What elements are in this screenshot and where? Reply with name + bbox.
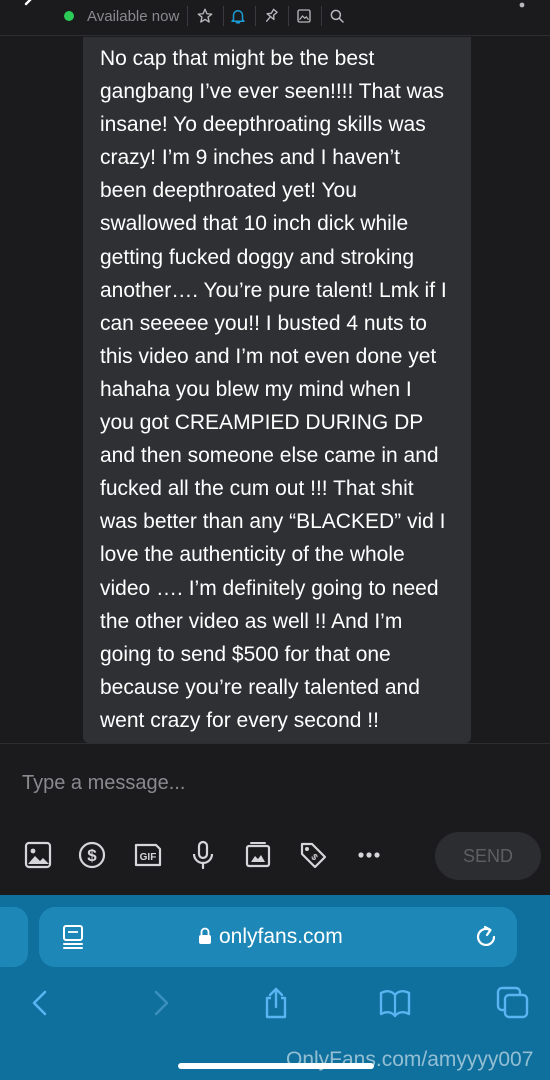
image-icon[interactable] xyxy=(23,840,53,870)
status-text: Available now xyxy=(87,8,180,25)
watermark: OnlyFans.com/amyyyy007 xyxy=(286,1048,534,1071)
previous-tab-preview[interactable] xyxy=(0,907,28,967)
price-tag-icon[interactable]: $ xyxy=(298,840,328,870)
svg-text:$: $ xyxy=(309,852,320,863)
message-bubble: No cap that might be the best gangbang I… xyxy=(83,37,471,743)
bell-icon[interactable] xyxy=(229,7,247,25)
message-input[interactable] xyxy=(22,768,502,798)
url-text[interactable]: onlyfans.com xyxy=(219,924,343,950)
forward-arrow-icon[interactable] xyxy=(144,986,178,1020)
home-indicator[interactable] xyxy=(178,1063,374,1069)
more-icon[interactable] xyxy=(354,840,384,870)
pin-icon[interactable] xyxy=(262,7,280,25)
microphone-icon[interactable] xyxy=(188,840,218,870)
dollar-icon[interactable]: $ xyxy=(77,840,107,870)
gif-icon[interactable]: GIF xyxy=(133,840,163,870)
svg-text:$: $ xyxy=(87,846,97,865)
header-divider xyxy=(255,6,256,26)
back-icon[interactable] xyxy=(20,0,44,16)
lock-icon xyxy=(199,927,211,944)
chat-header: Available now xyxy=(0,0,550,36)
star-icon[interactable] xyxy=(196,7,214,25)
header-divider xyxy=(288,6,289,26)
page-menu-icon[interactable] xyxy=(61,924,85,950)
browser-toolbar: onlyfans.com OnlyFans.com/amyyyy007 xyxy=(0,895,550,1080)
tabs-icon[interactable] xyxy=(496,986,530,1020)
message-text: No cap that might be the best gangbang I… xyxy=(100,47,447,732)
bookmarks-icon[interactable] xyxy=(378,986,412,1020)
header-divider xyxy=(187,6,188,26)
reload-icon[interactable] xyxy=(473,924,499,950)
gallery-icon[interactable] xyxy=(295,7,313,25)
online-status-dot xyxy=(64,11,74,21)
send-button[interactable]: SEND xyxy=(435,832,541,880)
back-arrow-icon[interactable] xyxy=(23,986,57,1020)
header-divider xyxy=(223,6,224,26)
svg-text:GIF: GIF xyxy=(140,852,157,863)
share-icon[interactable] xyxy=(259,986,293,1020)
more-icon[interactable] xyxy=(519,0,525,10)
message-composer: $ GIF $ SEND xyxy=(0,743,550,895)
search-icon[interactable] xyxy=(328,7,346,25)
header-divider xyxy=(321,6,322,26)
vault-icon[interactable] xyxy=(243,840,273,870)
url-bar[interactable]: onlyfans.com xyxy=(39,907,517,967)
